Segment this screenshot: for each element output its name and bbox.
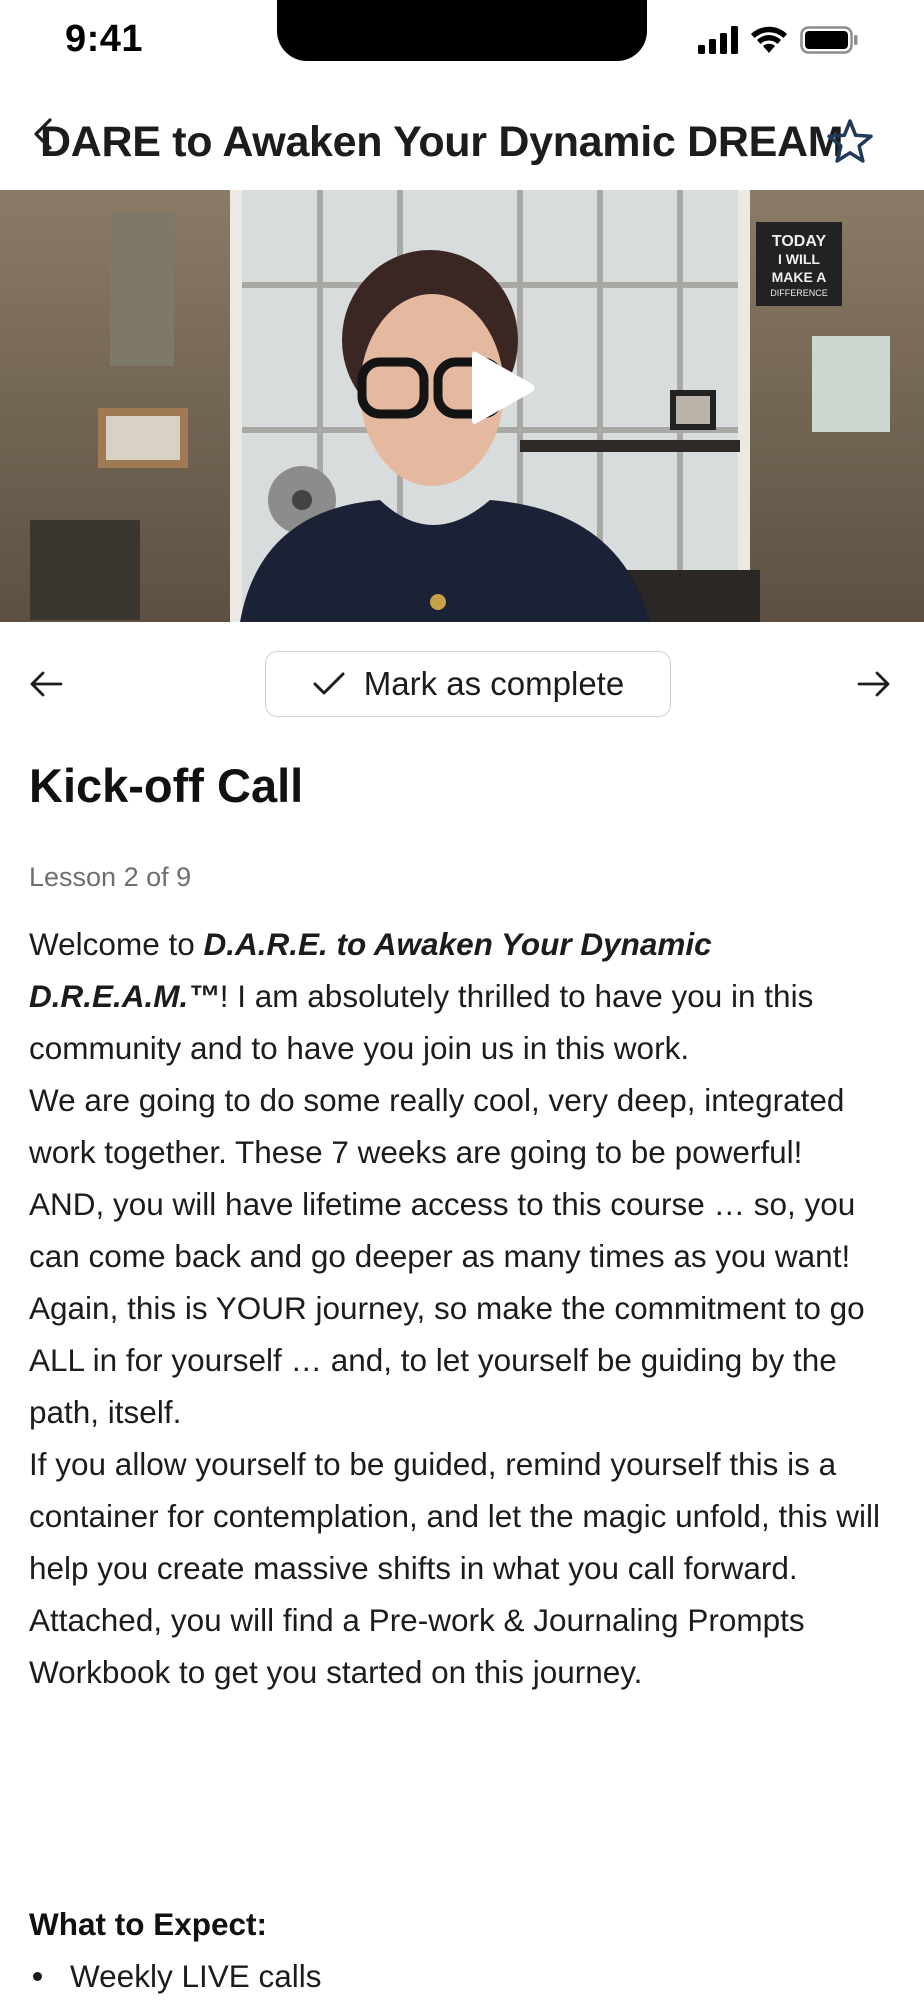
signal-icon [698,26,738,54]
list-item: Weekly LIVE calls [29,1958,322,1995]
status-time: 9:41 [65,18,144,60]
paragraph-guided: If you allow yourself to be guided, remi… [29,1446,880,1586]
mark-as-complete-button[interactable]: Mark as complete [265,651,671,717]
welcome-text: Welcome to [29,926,204,962]
bullet-icon [33,1972,42,1981]
paragraph-attachment: Attached, you will find a Pre-work & Jou… [29,1602,805,1690]
play-icon[interactable] [466,346,538,430]
mark-as-complete-label: Mark as complete [363,665,625,702]
video-player[interactable]: TODAY I WILL MAKE A DIFFERENCE [0,190,924,622]
paragraph-lifetime-access: AND, you will have lifetime access to th… [29,1186,856,1274]
svg-text:MAKE A: MAKE A [772,269,827,285]
arrow-left-icon[interactable] [28,666,64,702]
star-icon[interactable] [826,118,874,166]
lesson-description: Welcome to D.A.R.E. to Awaken Your Dynam… [29,918,899,1698]
paragraph-journey: Again, this is YOUR journey, so make the… [29,1290,865,1430]
lesson-counter: Lesson 2 of 9 [29,862,192,892]
what-to-expect-heading: What to Expect: [29,1906,268,1942]
lesson-title: Kick-off Call [29,759,304,812]
camera-notch [277,0,647,61]
svg-text:DIFFERENCE: DIFFERENCE [770,288,828,298]
header: DARE to Awaken Your Dynamic DREAM [0,100,924,188]
svg-text:I WILL: I WILL [778,251,820,267]
video-thumbnail: TODAY I WILL MAKE A DIFFERENCE [0,190,924,622]
status-bar: 9:41 [0,0,924,84]
status-icons [698,26,858,54]
paragraph-integrated-work: We are going to do some really cool, ver… [29,1082,845,1170]
svg-text:TODAY: TODAY [772,233,827,250]
paragraph-welcome: Welcome to D.A.R.E. to Awaken Your Dynam… [29,918,899,1074]
wifi-icon [751,26,787,53]
page-title: DARE to Awaken Your Dynamic DREAM [40,118,844,166]
checkmark-icon [313,672,345,695]
list-item-label: Weekly LIVE calls [70,1958,322,1994]
arrow-right-icon[interactable] [856,666,892,702]
battery-icon [800,26,858,54]
